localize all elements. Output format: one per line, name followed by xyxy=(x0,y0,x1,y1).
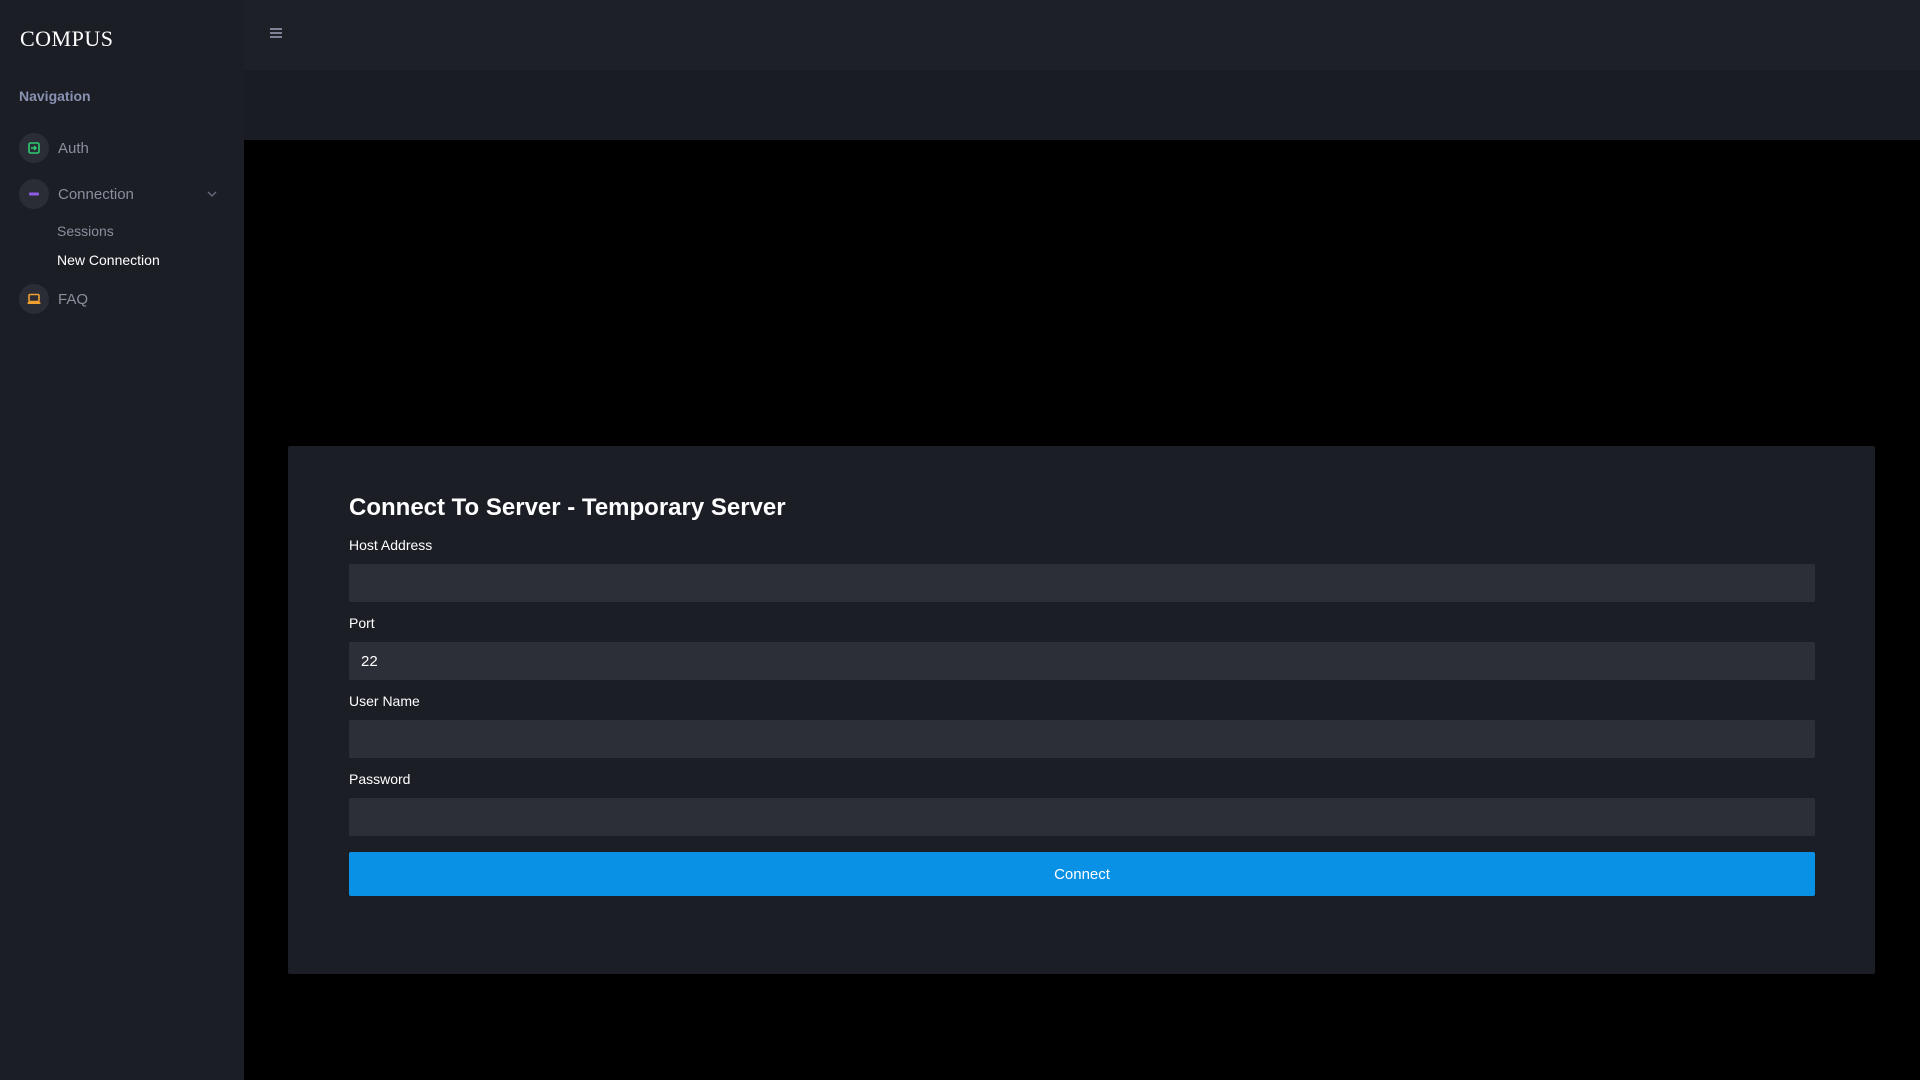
sidebar-item-label: Auth xyxy=(58,139,89,157)
sidebar-subitem-new-connection[interactable]: New Connection xyxy=(57,252,160,268)
sidebar-item-faq[interactable]: FAQ xyxy=(19,283,219,315)
chevron-down-icon xyxy=(207,191,217,197)
host-address-input[interactable] xyxy=(349,564,1815,602)
port-input[interactable] xyxy=(349,642,1815,680)
host-address-label: Host Address xyxy=(349,537,433,553)
sidebar-item-auth[interactable]: Auth xyxy=(19,132,219,164)
brand-logo[interactable]: COMPUS xyxy=(20,26,113,52)
sidebar-subitem-sessions[interactable]: Sessions xyxy=(57,223,114,239)
connect-button[interactable]: Connect xyxy=(349,852,1815,896)
minus-icon xyxy=(19,179,49,209)
password-input[interactable] xyxy=(349,798,1815,836)
page-header-band xyxy=(244,70,1920,140)
sidebar: COMPUS Navigation Auth Connection Sessio… xyxy=(0,0,244,1080)
user-name-input[interactable] xyxy=(349,720,1815,758)
port-label: Port xyxy=(349,615,375,631)
sign-in-icon xyxy=(19,133,49,163)
sidebar-item-label: Connection xyxy=(58,185,134,203)
laptop-icon xyxy=(19,284,49,314)
password-label: Password xyxy=(349,771,411,787)
nav-heading: Navigation xyxy=(19,88,91,104)
sidebar-item-connection[interactable]: Connection xyxy=(19,178,219,210)
page-title: Connect To Server - Temporary Server xyxy=(349,494,786,521)
connect-form-card: Connect To Server - Temporary Server Hos… xyxy=(288,446,1875,974)
user-name-label: User Name xyxy=(349,693,420,709)
sidebar-item-label: FAQ xyxy=(58,290,89,308)
hamburger-icon[interactable] xyxy=(270,28,286,40)
top-bar xyxy=(244,0,1920,70)
